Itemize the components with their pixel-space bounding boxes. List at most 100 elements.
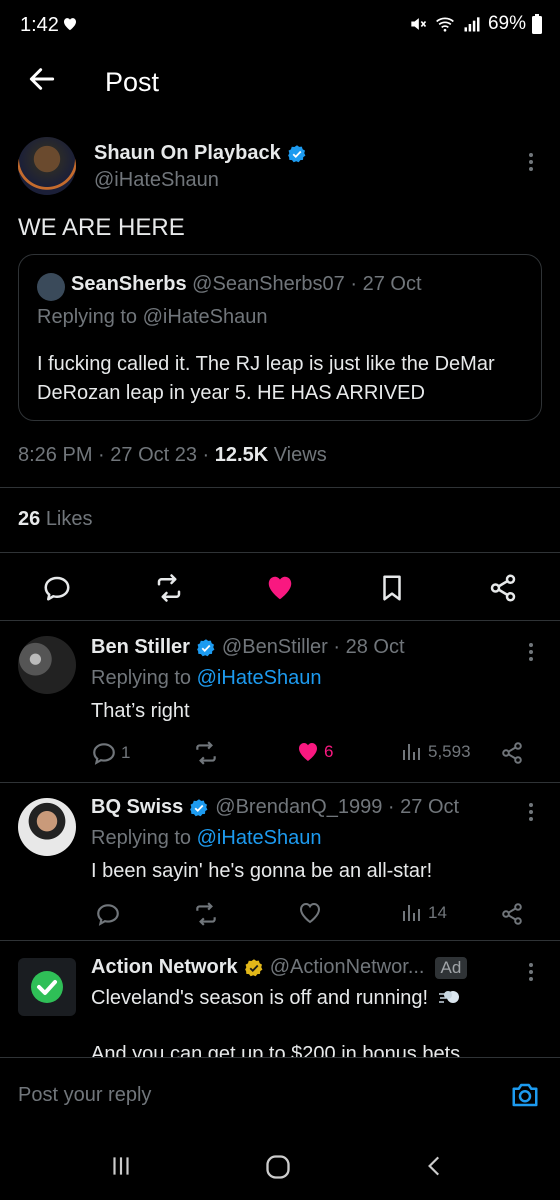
quoted-post[interactable]: SeanSherbs @SeanSherbs07 · 27 Oct Replyi… xyxy=(18,254,542,421)
reply-action-reply[interactable] xyxy=(95,901,125,927)
reply-composer: Post your reply xyxy=(0,1057,560,1133)
status-bar: 1:42 69% xyxy=(0,0,560,50)
reply-input[interactable]: Post your reply xyxy=(18,1084,151,1107)
divider xyxy=(0,487,560,488)
author-name[interactable]: Shaun On Playback xyxy=(94,142,281,165)
quote-author-avatar xyxy=(37,273,65,301)
reply-icon xyxy=(97,904,119,926)
quote-text: I fucking called it. The RJ leap is just… xyxy=(37,353,495,404)
reply-replying-to: Replying to @iHateShaun xyxy=(91,667,321,690)
ad-text-line2: And you can get up to $200 in bonus bets xyxy=(91,1043,461,1057)
reply-icon[interactable] xyxy=(42,573,72,603)
reply-header: Ben Stiller @BenStiller · 28 Oct xyxy=(91,636,405,659)
author-avatar[interactable] xyxy=(18,137,76,195)
reply-action-views[interactable]: 14 xyxy=(400,901,447,925)
reply-item[interactable]: BQ Swiss @BrendanQ_1999 · 27 Oct Replyin… xyxy=(0,782,560,940)
verified-badge-icon xyxy=(287,144,306,162)
ad-item[interactable]: Action Network @ActionNetwor... Ad Cleve… xyxy=(0,940,560,1057)
reply-action-views[interactable]: 5,593 xyxy=(400,740,471,764)
reply-date: 27 Oct xyxy=(400,796,460,818)
wifi-icon xyxy=(436,17,454,32)
reply-author-handle: @BenStiller xyxy=(221,636,328,658)
battery-icon xyxy=(532,14,542,34)
post-actions xyxy=(0,565,560,611)
post-text: WE ARE HERE xyxy=(18,214,185,241)
ad-text-line1: Cleveland's season is off and running! xyxy=(91,987,462,1010)
more-options-icon[interactable] xyxy=(526,640,536,664)
like-count: 6 xyxy=(324,742,334,761)
status-time: 1:42 xyxy=(20,14,59,36)
home-icon[interactable] xyxy=(264,1153,292,1181)
quote-replying-label: Replying to xyxy=(37,306,138,328)
reply-text: I been sayin' he's gonna be an all-star! xyxy=(91,860,433,882)
quote-author-handle: @SeanSherbs07 xyxy=(192,273,345,295)
battery-percent: 69% xyxy=(487,13,526,34)
repost-icon xyxy=(196,741,216,765)
like-filled-icon xyxy=(299,743,317,761)
repost-icon[interactable] xyxy=(154,573,184,603)
quote-author-name: SeanSherbs xyxy=(71,273,187,295)
reply-author-name[interactable]: Ben Stiller xyxy=(91,636,190,659)
author-handle[interactable]: @iHateShaun xyxy=(94,169,219,192)
dash-emoji-icon xyxy=(438,991,459,1003)
replying-label: Replying to xyxy=(91,827,192,849)
ad-text: Cleveland's season is off and running! xyxy=(91,987,429,1009)
ad-author-avatar[interactable] xyxy=(18,958,76,1016)
reply-header: BQ Swiss @BrendanQ_1999 · 27 Oct xyxy=(91,796,460,819)
verified-gold-badge-icon xyxy=(244,958,263,976)
reply-action-like[interactable] xyxy=(298,901,326,925)
ad-header: Action Network @ActionNetwor... Ad xyxy=(91,956,468,979)
quote-header: SeanSherbs @SeanSherbs07 · 27 Oct xyxy=(71,273,422,295)
bookmark-icon[interactable] xyxy=(377,573,407,603)
view-count: 5,593 xyxy=(428,742,471,761)
quote-date: 27 Oct xyxy=(362,273,422,295)
back-arrow-icon[interactable] xyxy=(26,63,58,95)
reply-action-like[interactable]: 6 xyxy=(296,740,333,764)
more-options-icon[interactable] xyxy=(526,800,536,824)
like-filled-icon[interactable] xyxy=(265,573,295,603)
reply-icon xyxy=(93,743,115,765)
recent-apps-icon[interactable] xyxy=(108,1153,134,1179)
reply-author-name[interactable]: BQ Swiss xyxy=(91,796,183,819)
ad-author-name[interactable]: Action Network xyxy=(91,956,238,979)
likes-summary[interactable]: 26 Likes xyxy=(18,508,93,531)
reply-author-handle: @BrendanQ_1999 xyxy=(215,796,383,818)
share-icon[interactable] xyxy=(488,573,518,603)
reply-author-avatar[interactable] xyxy=(18,798,76,856)
replying-handle-link[interactable]: @iHateShaun xyxy=(197,827,322,849)
reply-item[interactable]: Ben Stiller @BenStiller · 28 Oct Replyin… xyxy=(0,620,560,782)
reply-action-repost[interactable] xyxy=(193,901,219,927)
status-icons: 69% xyxy=(408,13,542,35)
share-icon[interactable] xyxy=(500,902,524,926)
reply-action-repost[interactable] xyxy=(193,740,219,766)
author-name-row: Shaun On Playback xyxy=(94,142,307,165)
page-title: Post xyxy=(105,67,160,97)
replying-label: Replying to xyxy=(91,667,192,689)
checkmark-logo-icon xyxy=(31,971,63,1003)
reply-author-avatar[interactable] xyxy=(18,636,76,694)
quote-replying-to: Replying to @iHateShaun xyxy=(37,306,267,329)
share-icon[interactable] xyxy=(500,741,524,765)
camera-icon[interactable] xyxy=(510,1080,540,1110)
ad-badge: Ad xyxy=(434,956,468,979)
post-date: 27 Oct 23 xyxy=(110,444,197,466)
ad-author-handle: @ActionNetwor... xyxy=(269,956,425,978)
views-icon xyxy=(403,744,420,760)
reply-action-reply[interactable]: 1 xyxy=(91,740,130,766)
more-options-icon[interactable] xyxy=(526,960,536,984)
replying-handle-link[interactable]: @iHateShaun xyxy=(197,667,322,689)
heart-notification-icon xyxy=(64,18,76,31)
reply-date: 28 Oct xyxy=(345,636,405,658)
likes-label: Likes xyxy=(45,508,93,530)
view-count: 14 xyxy=(428,903,447,922)
quote-replying-handle: @iHateShaun xyxy=(142,306,268,328)
back-nav-icon[interactable] xyxy=(422,1153,448,1179)
divider xyxy=(0,552,560,553)
system-nav-bar xyxy=(0,1133,560,1200)
post-meta: 8:26 PM · 27 Oct 23 · 12.5K Views xyxy=(18,444,327,466)
signal-icon xyxy=(464,17,480,32)
likes-count: 26 xyxy=(18,508,41,530)
more-options-icon[interactable] xyxy=(526,150,536,174)
views-label: Views xyxy=(273,444,327,466)
verified-badge-icon xyxy=(190,798,208,816)
